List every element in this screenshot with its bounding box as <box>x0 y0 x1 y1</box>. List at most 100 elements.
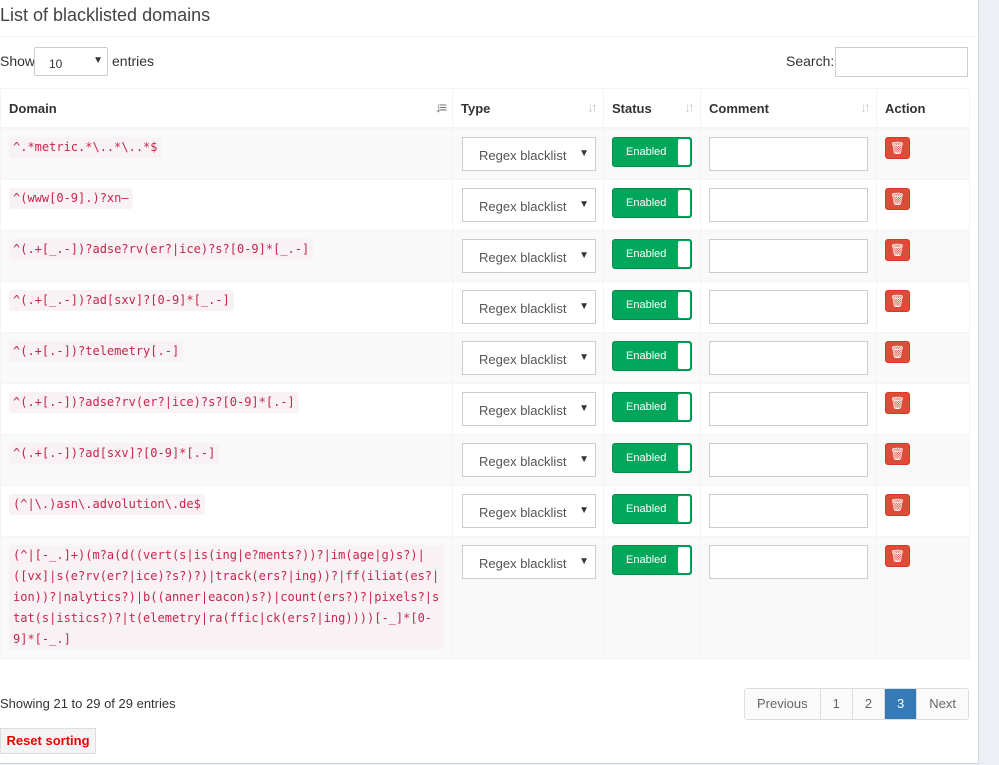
caret-down-icon: ▼ <box>579 199 589 210</box>
comment-input[interactable] <box>709 290 868 324</box>
comment-input[interactable] <box>709 137 868 171</box>
type-select[interactable]: Regex blacklist ▼ <box>462 545 596 579</box>
status-toggle[interactable]: Enabled <box>612 137 692 167</box>
status-toggle[interactable]: Enabled <box>612 290 692 320</box>
column-header-action: Action <box>876 88 970 129</box>
status-toggle[interactable]: Enabled <box>612 239 692 269</box>
toggle-handle <box>678 139 690 165</box>
sort-icon: ↓↑ <box>684 99 695 115</box>
action-cell: 🗑 <box>876 485 970 537</box>
toggle-handle <box>678 394 690 420</box>
trash-icon: 🗑 <box>889 243 906 257</box>
delete-button[interactable]: 🗑 <box>885 137 910 159</box>
type-select[interactable]: Regex blacklist ▼ <box>462 290 596 324</box>
type-value: Regex blacklist <box>479 148 567 163</box>
status-label: Enabled <box>626 554 667 566</box>
box-title: List of blacklisted domains <box>0 5 211 25</box>
delete-button[interactable]: 🗑 <box>885 341 910 363</box>
domain-value: ^(.+[_.-])?ad[sxv]?[0-9]*[_.-] <box>9 290 234 311</box>
status-toggle[interactable]: Enabled <box>612 494 692 524</box>
blacklist-box: List of blacklisted domains Show 10 ▼ en… <box>0 0 979 764</box>
comment-cell <box>700 127 877 180</box>
action-cell: 🗑 <box>876 536 970 659</box>
column-header-status[interactable]: Status ↓↑ <box>603 88 701 129</box>
comment-input[interactable] <box>709 494 868 528</box>
caret-down-icon: ▼ <box>579 556 589 567</box>
type-cell: Regex blacklist ▼ <box>452 127 604 180</box>
delete-button[interactable]: 🗑 <box>885 494 910 516</box>
reset-sorting-button[interactable]: Reset sorting <box>0 728 96 754</box>
column-header-type[interactable]: Type ↓↑ <box>452 88 604 129</box>
table-body: ^.*metric.*\..*\..*$ Regex blacklist ▼ Enab… <box>0 127 970 659</box>
entries-length-select[interactable]: 10 ▼ <box>34 47 108 76</box>
status-toggle[interactable]: Enabled <box>612 341 692 371</box>
comment-cell <box>700 230 877 282</box>
toggle-handle <box>678 547 690 573</box>
status-cell: Enabled <box>603 332 701 384</box>
type-select[interactable]: Regex blacklist ▼ <box>462 137 596 171</box>
type-select[interactable]: Regex blacklist ▼ <box>462 392 596 426</box>
delete-button[interactable]: 🗑 <box>885 443 910 465</box>
type-value: Regex blacklist <box>479 505 567 520</box>
column-label: Action <box>885 100 926 116</box>
status-label: Enabled <box>626 401 667 413</box>
pagination-page-3[interactable]: 3 <box>885 689 918 719</box>
status-label: Enabled <box>626 350 667 362</box>
domain-cell: ^(.+[.-])?ad[sxv]?[0-9]*[.-] <box>0 434 453 486</box>
table-row: ^(.+[.-])?ad[sxv]?[0-9]*[.-] Regex blackl… <box>0 434 970 486</box>
table-header-row: Domain ↓≡ Type ↓↑ Status ↓↑ Comment ↓↑ A… <box>0 88 970 129</box>
column-header-domain[interactable]: Domain ↓≡ <box>0 88 453 129</box>
domain-value: ^(.+[_.-])?adse?rv(er?|ice)?s?[0-9]*[_.-… <box>9 239 314 260</box>
type-cell: Regex blacklist ▼ <box>452 383 604 435</box>
comment-input[interactable] <box>709 239 868 273</box>
type-cell: Regex blacklist ▼ <box>452 230 604 282</box>
pagination-page-1[interactable]: 1 <box>820 689 853 719</box>
status-toggle[interactable]: Enabled <box>612 392 692 422</box>
comment-cell <box>700 383 877 435</box>
status-toggle[interactable]: Enabled <box>612 443 692 473</box>
status-cell: Enabled <box>603 127 701 180</box>
column-label: Status <box>612 100 652 116</box>
comment-input[interactable] <box>709 188 868 222</box>
caret-down-icon: ▼ <box>579 250 589 261</box>
comment-input[interactable] <box>709 443 868 477</box>
type-value: Regex blacklist <box>479 454 567 469</box>
type-value: Regex blacklist <box>479 301 567 316</box>
delete-button[interactable]: 🗑 <box>885 290 910 312</box>
pagination-previous[interactable]: Previous <box>745 689 821 719</box>
delete-button[interactable]: 🗑 <box>885 545 910 567</box>
table-info: Showing 21 to 29 of 29 entries <box>0 696 176 711</box>
comment-input[interactable] <box>709 545 868 579</box>
sort-desc-icon: ↓≡ <box>434 99 447 115</box>
search-input[interactable] <box>835 47 968 77</box>
delete-button[interactable]: 🗑 <box>885 188 910 210</box>
status-label: Enabled <box>626 503 667 515</box>
sort-icon: ↓↑ <box>587 99 598 115</box>
type-select[interactable]: Regex blacklist ▼ <box>462 443 596 477</box>
toggle-handle <box>678 343 690 369</box>
domain-cell: ^(.+[_.-])?ad[sxv]?[0-9]*[_.-] <box>0 281 453 333</box>
delete-button[interactable]: 🗑 <box>885 392 910 414</box>
sort-icon: ↓↑ <box>860 99 871 115</box>
type-select[interactable]: Regex blacklist ▼ <box>462 188 596 222</box>
status-cell: Enabled <box>603 383 701 435</box>
domain-value: ^.*metric.*\..*\..*$ <box>9 137 162 158</box>
table-row: (^|\.)asn\.advolution\.de$ Regex blacklis… <box>0 485 970 537</box>
pagination-page-2[interactable]: 2 <box>852 689 886 719</box>
comment-input[interactable] <box>709 341 868 375</box>
comment-input[interactable] <box>709 392 868 426</box>
type-select[interactable]: Regex blacklist ▼ <box>462 341 596 375</box>
length-value: 10 <box>49 57 63 71</box>
status-cell: Enabled <box>603 434 701 486</box>
type-select[interactable]: Regex blacklist ▼ <box>462 494 596 528</box>
delete-button[interactable]: 🗑 <box>885 239 910 261</box>
pagination: Previous 1 2 3 Next <box>744 688 970 720</box>
comment-cell <box>700 179 877 231</box>
action-cell: 🗑 <box>876 179 970 231</box>
column-header-comment[interactable]: Comment ↓↑ <box>700 88 877 129</box>
pagination-next[interactable]: Next <box>917 689 969 719</box>
type-select[interactable]: Regex blacklist ▼ <box>462 239 596 273</box>
status-toggle[interactable]: Enabled <box>612 545 692 575</box>
comment-cell <box>700 485 877 537</box>
status-toggle[interactable]: Enabled <box>612 188 692 218</box>
